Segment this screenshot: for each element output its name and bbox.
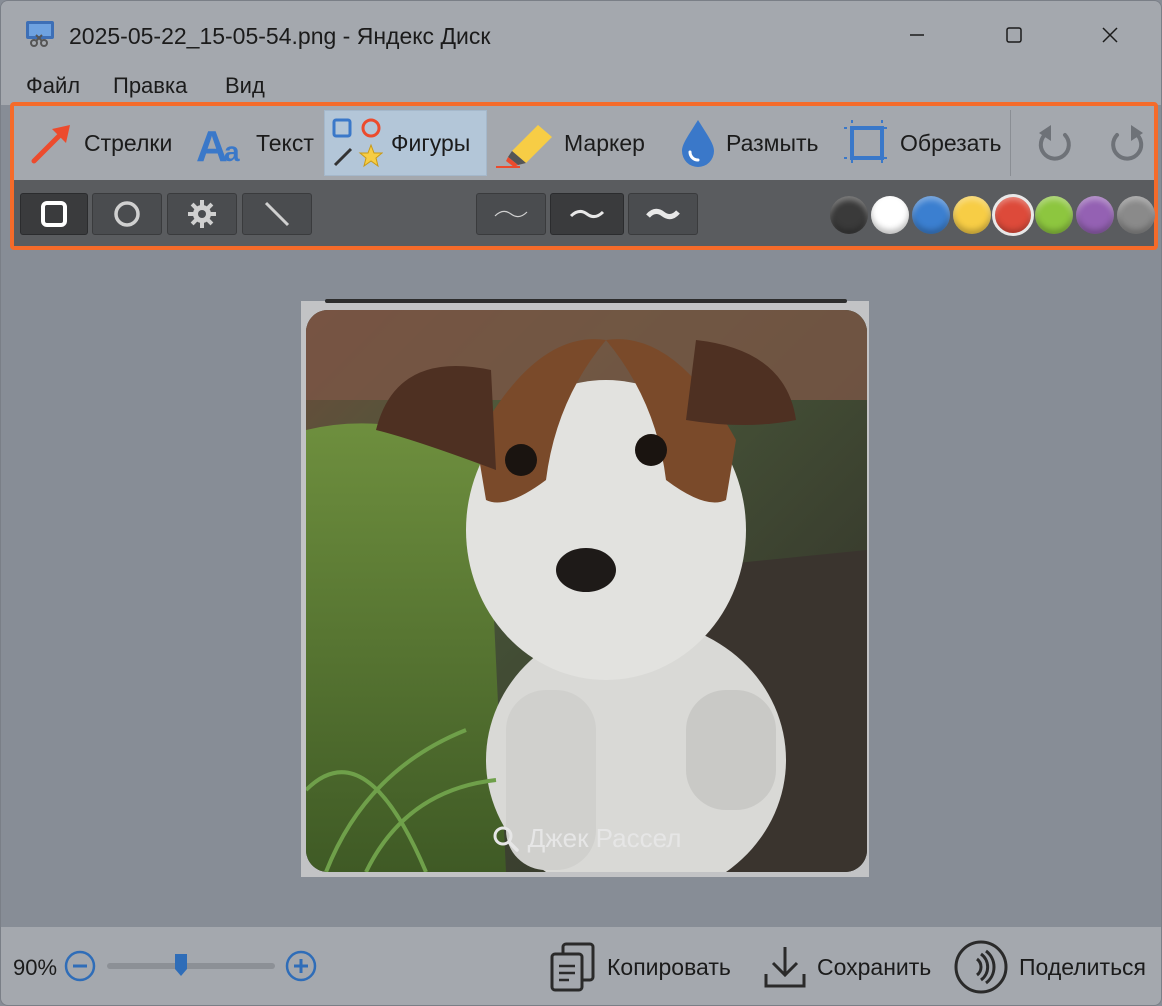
- zoom-slider-track[interactable]: [107, 963, 275, 969]
- minimize-button[interactable]: [894, 15, 940, 55]
- gear-icon: [188, 200, 216, 228]
- copy-icon: [550, 942, 595, 992]
- undo-icon: [1038, 125, 1071, 161]
- share-button[interactable]: Поделиться: [953, 939, 1146, 995]
- menu-file[interactable]: Файл: [26, 73, 80, 99]
- color-swatch-white[interactable]: [871, 196, 909, 234]
- window-title: 2025-05-22_15-05-54.png - Яндекс Диск: [69, 23, 491, 49]
- maximize-button[interactable]: [991, 15, 1037, 55]
- app-icon: [26, 21, 54, 47]
- bottom-bar: 90% Копировать Сохранить Поделиться: [1, 927, 1161, 1005]
- shape-gear-button[interactable]: [167, 193, 237, 235]
- text-icon: A a: [196, 122, 240, 167]
- tool-crop-label: Обрезать: [900, 129, 1002, 156]
- tool-crop[interactable]: Обрезать: [836, 110, 1008, 176]
- tool-arrows-label: Стрелки: [84, 129, 173, 156]
- close-button[interactable]: [1087, 15, 1133, 55]
- circle-icon: [114, 201, 140, 227]
- shape-rectangle-button[interactable]: [20, 193, 88, 235]
- thickness-medium-button[interactable]: [550, 193, 624, 235]
- zoom-out-icon[interactable]: [63, 949, 97, 983]
- puppy-image: [306, 310, 867, 872]
- shape-ellipse-button[interactable]: [92, 193, 162, 235]
- tool-blur[interactable]: Размыть: [672, 110, 825, 176]
- thin-wave-icon: [494, 210, 528, 218]
- download-icon: [764, 947, 806, 988]
- zoom-slider-thumb[interactable]: [174, 953, 188, 977]
- dog-photo[interactable]: Джек Рассел: [306, 310, 867, 872]
- crop-icon: [844, 120, 890, 166]
- color-swatch-green[interactable]: [1035, 196, 1073, 234]
- save-button[interactable]: Сохранить: [763, 939, 931, 995]
- thickness-thin-button[interactable]: [476, 193, 546, 235]
- medium-wave-icon: [569, 209, 605, 219]
- tool-arrows[interactable]: Стрелки: [22, 110, 178, 176]
- undo-button[interactable]: [1032, 120, 1078, 166]
- svg-text:A: A: [196, 122, 228, 167]
- color-swatch-yellow[interactable]: [953, 196, 991, 234]
- arrow-icon: [31, 125, 70, 164]
- menu-bar: Файл Правка Вид: [1, 65, 1161, 105]
- save-label: Сохранить: [817, 953, 932, 980]
- copy-label: Копировать: [607, 953, 731, 980]
- thickness-thick-button[interactable]: [628, 193, 698, 235]
- shape-options-row: [14, 180, 1155, 246]
- thick-wave-icon: [646, 208, 680, 220]
- zoom-level: 90%: [13, 955, 58, 980]
- copy-button[interactable]: Копировать: [549, 939, 731, 995]
- image-frame[interactable]: Джек Рассел: [301, 299, 869, 877]
- line-icon: [264, 201, 290, 227]
- redo-icon: [1111, 125, 1144, 161]
- marker-icon: [496, 125, 552, 168]
- tool-text[interactable]: A a Текст: [190, 110, 320, 176]
- tool-blur-label: Размыть: [726, 129, 819, 156]
- menu-edit[interactable]: Правка: [113, 73, 187, 99]
- tool-text-label: Текст: [256, 129, 314, 156]
- color-swatch-black[interactable]: [830, 196, 868, 234]
- tool-marker-label: Маркер: [564, 129, 645, 156]
- blur-drop-icon: [682, 120, 714, 167]
- app-window: 2025-05-22_15-05-54.png - Яндекс Диск Фа…: [0, 0, 1162, 1006]
- photo-caption: Джек Рассел: [306, 823, 867, 854]
- share-label: Поделиться: [1019, 953, 1147, 980]
- tools-row: Стрелки A a Текст Фигуры Маркер Размыть …: [14, 106, 1154, 180]
- tool-marker[interactable]: Маркер: [488, 110, 651, 176]
- svg-text:a: a: [224, 136, 240, 167]
- color-swatch-purple[interactable]: [1076, 196, 1114, 234]
- share-icon: [954, 940, 1008, 994]
- image-top-edge: [325, 299, 847, 303]
- toolbar-divider: [1010, 110, 1011, 176]
- zoom-in-icon[interactable]: [284, 949, 318, 983]
- redo-button[interactable]: [1104, 120, 1150, 166]
- color-swatch-blue[interactable]: [912, 196, 950, 234]
- shape-line-button[interactable]: [242, 193, 312, 235]
- menu-view[interactable]: Вид: [225, 73, 265, 99]
- title-bar[interactable]: 2025-05-22_15-05-54.png - Яндекс Диск: [1, 1, 1161, 65]
- maximize-icon: [1006, 27, 1022, 43]
- rectangle-icon: [41, 201, 67, 227]
- annotation-toolbar: Стрелки A a Текст Фигуры Маркер Размыть …: [10, 102, 1158, 250]
- shapes-icon: [332, 118, 383, 168]
- photo-caption-text: Джек Рассел: [527, 823, 682, 853]
- color-swatch-gray[interactable]: [1117, 196, 1155, 234]
- close-icon: [1102, 27, 1118, 43]
- minimize-icon: [910, 34, 924, 36]
- color-swatch-red[interactable]: [992, 194, 1034, 236]
- search-icon: [493, 826, 519, 852]
- tool-shapes[interactable]: Фигуры: [324, 110, 487, 176]
- canvas-area[interactable]: Джек Рассел: [1, 250, 1161, 927]
- tool-shapes-label: Фигуры: [391, 129, 471, 156]
